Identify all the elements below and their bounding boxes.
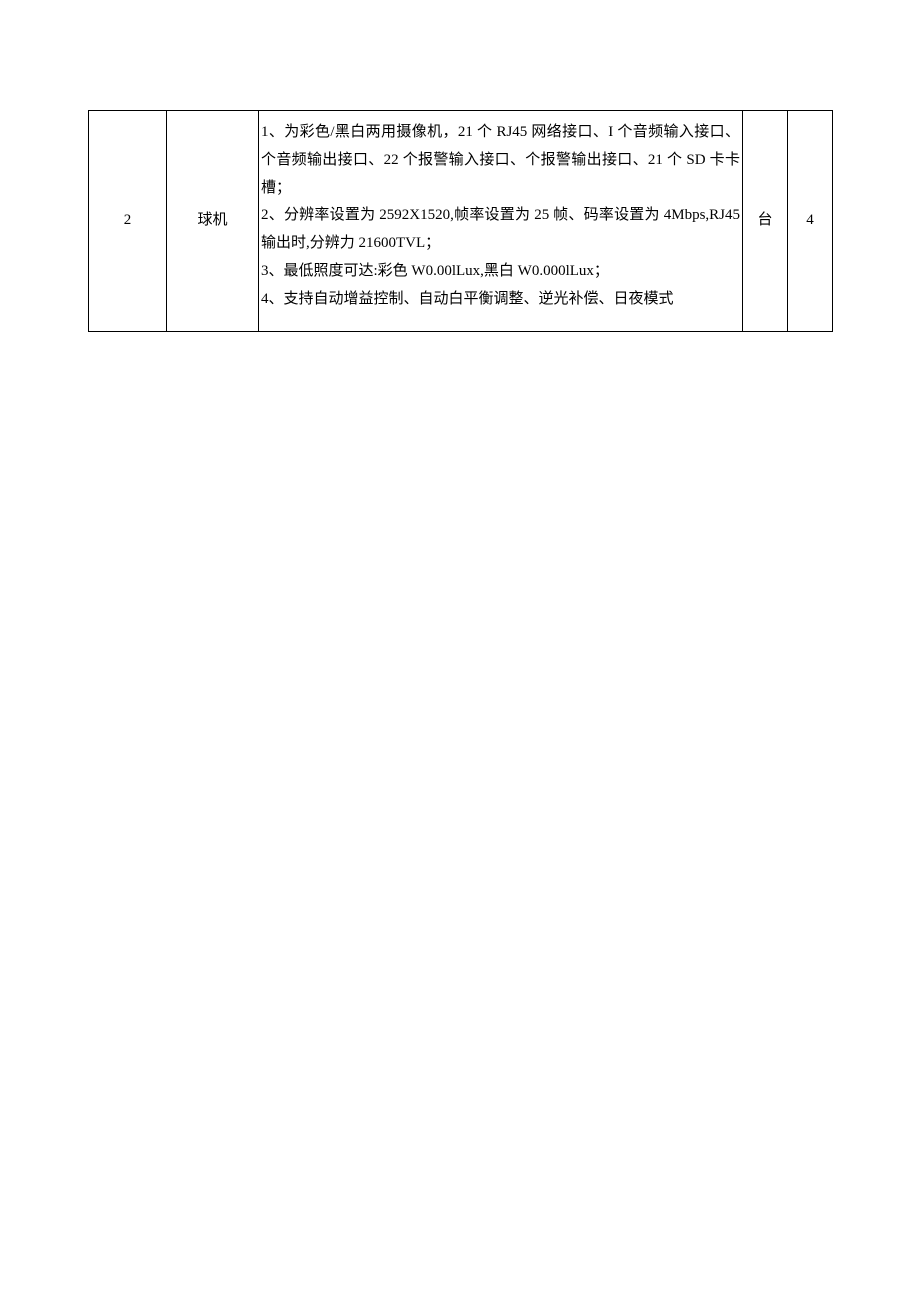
spec-table: 2 球机 1、为彩色/黑白两用摄像机，21 个 RJ45 网络接口、I 个音频输…: [88, 110, 833, 332]
desc-line: 2、分辨率设置为 2592X1520,帧率设置为 25 帧、码率设置为 4Mbp…: [261, 202, 740, 258]
cell-unit: 台: [743, 111, 788, 332]
desc-line: 4、支持自动增益控制、自动白平衡调整、逆光补偿、日夜模式: [261, 286, 740, 314]
cell-number: 2: [89, 111, 167, 332]
cell-name: 球机: [167, 111, 259, 332]
cell-quantity: 4: [788, 111, 833, 332]
desc-line: 3、最低照度可达:彩色 W0.00lLux,黑白 W0.000lLux；: [261, 258, 740, 286]
desc-line: 1、为彩色/黑白两用摄像机，21 个 RJ45 网络接口、I 个音频输入接口、个…: [261, 119, 740, 202]
cell-description: 1、为彩色/黑白两用摄像机，21 个 RJ45 网络接口、I 个音频输入接口、个…: [259, 111, 743, 332]
table-row: 2 球机 1、为彩色/黑白两用摄像机，21 个 RJ45 网络接口、I 个音频输…: [89, 111, 833, 332]
